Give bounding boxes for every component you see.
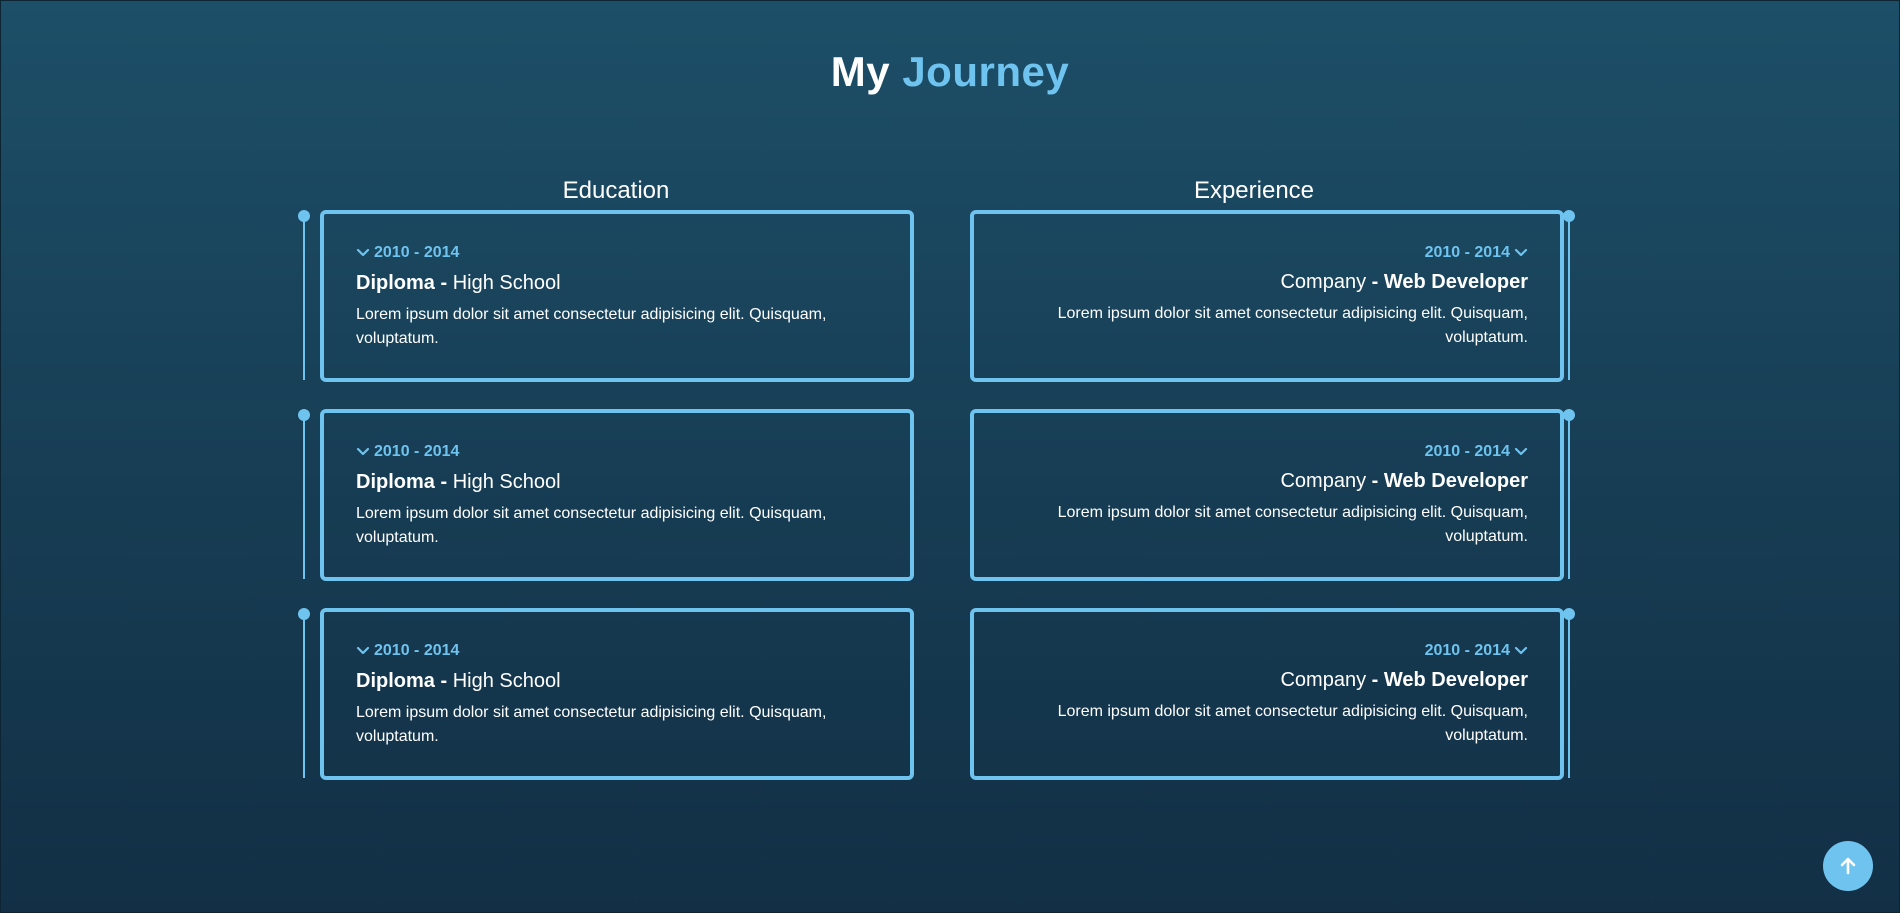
- description: Lorem ipsum dolor sit amet consectetur a…: [1057, 305, 1528, 346]
- school: High School: [452, 471, 561, 493]
- description: Lorem ipsum dolor sit amet consectetur a…: [356, 505, 827, 546]
- chevron-down-icon: [356, 248, 370, 257]
- experience-title-line: Company - Web Developer: [1006, 268, 1528, 296]
- experience-title-line: Company - Web Developer: [1006, 666, 1528, 694]
- timeline-line: [1568, 218, 1570, 380]
- timeline-dot: [1563, 210, 1575, 222]
- chevron-down-icon: [1514, 248, 1528, 257]
- heading-word-journey: Journey: [902, 48, 1070, 95]
- role: - Web Developer: [1371, 470, 1528, 492]
- education-card: 2010 - 2014 Diploma - High School Lorem …: [320, 210, 914, 382]
- description: Lorem ipsum dolor sit amet consectetur a…: [356, 306, 827, 347]
- school: High School: [452, 272, 561, 294]
- education-title-line: Diploma - High School: [356, 667, 878, 695]
- date-range: 2010 - 2014: [374, 244, 460, 261]
- timeline-line: [303, 417, 305, 579]
- page-frame: [0, 0, 1900, 913]
- company: Company: [1280, 470, 1367, 492]
- experience-card: 2010 - 2014 Company - Web Developer Lore…: [970, 210, 1564, 382]
- experience-title-line: Company - Web Developer: [1006, 467, 1528, 495]
- experience-item: 2010 - 2014 Company - Web Developer Lore…: [970, 210, 1575, 385]
- timeline-dot: [298, 608, 310, 620]
- section-heading: My Journey: [0, 48, 1900, 96]
- education-card: 2010 - 2014 Diploma - High School Lorem …: [320, 608, 914, 780]
- chevron-down-icon: [356, 646, 370, 655]
- heading-word-my: My: [830, 48, 891, 95]
- experience-card: 2010 - 2014 Company - Web Developer Lore…: [970, 409, 1564, 581]
- chevron-down-icon: [1514, 447, 1528, 456]
- education-title-line: Diploma - High School: [356, 269, 878, 297]
- role: - Web Developer: [1371, 669, 1528, 691]
- arrow-up-icon: [1840, 857, 1856, 875]
- date-range: 2010 - 2014: [1424, 642, 1510, 659]
- education-column: Education 2010 - 2014 Diploma - High Sch…: [298, 176, 914, 807]
- school: High School: [452, 670, 561, 692]
- education-title: Education: [562, 177, 670, 204]
- degree: Diploma -: [356, 670, 448, 692]
- description: Lorem ipsum dolor sit amet consectetur a…: [1057, 504, 1528, 545]
- date-toggle[interactable]: 2010 - 2014: [356, 441, 459, 463]
- company: Company: [1280, 669, 1367, 691]
- date-toggle[interactable]: 2010 - 2014: [1425, 441, 1528, 463]
- date-toggle[interactable]: 2010 - 2014: [1425, 640, 1528, 662]
- education-item: 2010 - 2014 Diploma - High School Lorem …: [298, 210, 914, 385]
- description: Lorem ipsum dolor sit amet consectetur a…: [356, 704, 827, 745]
- experience-title: Experience: [1193, 177, 1315, 204]
- degree: Diploma -: [356, 471, 448, 493]
- date-range: 2010 - 2014: [1424, 443, 1510, 460]
- timeline-line: [1568, 417, 1570, 579]
- role: - Web Developer: [1371, 271, 1528, 293]
- date-range: 2010 - 2014: [374, 443, 460, 460]
- date-toggle[interactable]: 2010 - 2014: [1425, 242, 1528, 264]
- date-toggle[interactable]: 2010 - 2014: [356, 640, 459, 662]
- education-title-line: Diploma - High School: [356, 468, 878, 496]
- education-card: 2010 - 2014 Diploma - High School Lorem …: [320, 409, 914, 581]
- education-item: 2010 - 2014 Diploma - High School Lorem …: [298, 608, 914, 783]
- description: Lorem ipsum dolor sit amet consectetur a…: [1057, 703, 1528, 744]
- company: Company: [1280, 271, 1367, 293]
- chevron-down-icon: [1514, 646, 1528, 655]
- timeline-dot: [1563, 608, 1575, 620]
- timeline-dot: [298, 210, 310, 222]
- scroll-to-top-button[interactable]: [1823, 841, 1873, 891]
- date-toggle[interactable]: 2010 - 2014: [356, 242, 459, 264]
- date-range: 2010 - 2014: [1424, 244, 1510, 261]
- timeline-line: [303, 218, 305, 380]
- timeline-line: [1568, 616, 1570, 778]
- chevron-down-icon: [356, 447, 370, 456]
- date-range: 2010 - 2014: [374, 642, 460, 659]
- experience-card: 2010 - 2014 Company - Web Developer Lore…: [970, 608, 1564, 780]
- degree: Diploma -: [356, 272, 448, 294]
- timeline-dot: [1563, 409, 1575, 421]
- timeline-line: [303, 616, 305, 778]
- education-item: 2010 - 2014 Diploma - High School Lorem …: [298, 409, 914, 584]
- experience-item: 2010 - 2014 Company - Web Developer Lore…: [970, 608, 1575, 783]
- experience-column: Experience 2010 - 2014 Company - Web Dev…: [970, 176, 1575, 807]
- timeline-dot: [298, 409, 310, 421]
- experience-item: 2010 - 2014 Company - Web Developer Lore…: [970, 409, 1575, 584]
